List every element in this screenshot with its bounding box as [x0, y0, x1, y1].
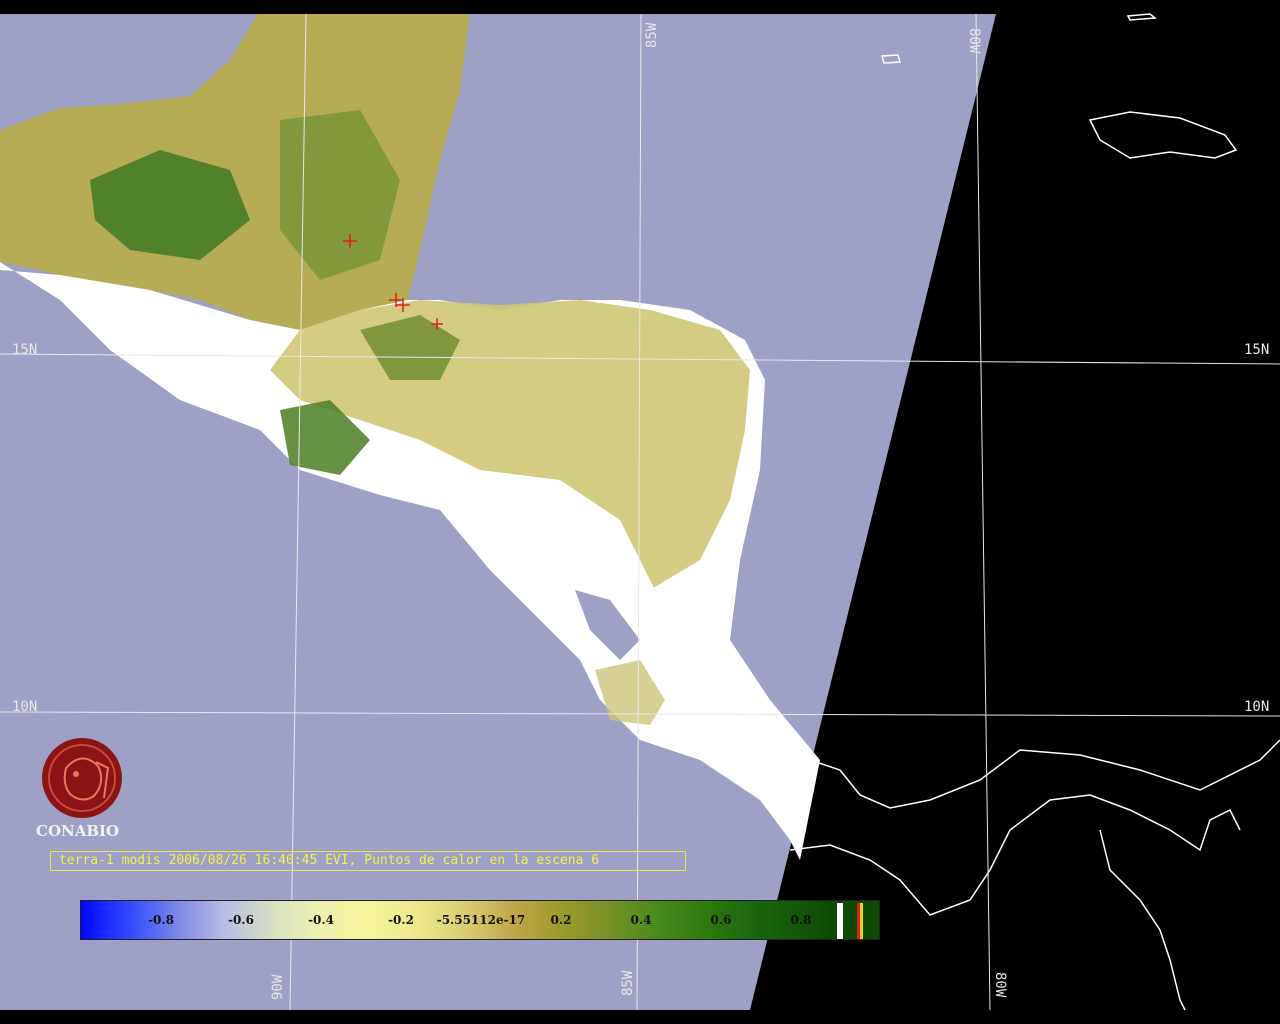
scale-cloud-swatch — [837, 903, 843, 939]
label-85w-top: 85W — [644, 22, 660, 48]
conabio-logo: CONABIO — [36, 738, 128, 840]
island-jamaica — [1088, 111, 1238, 159]
label-80w-bottom: 80W — [992, 972, 1008, 998]
label-15n-left: 15N — [12, 342, 37, 358]
coast-panama — [789, 794, 1241, 916]
scale-tick: 0.2 — [550, 913, 572, 927]
scale-tick: 0.6 — [710, 913, 732, 927]
scale-tick: -0.6 — [228, 913, 254, 927]
scale-tick: -5.55112e-17 — [436, 913, 526, 927]
evi-color-scale: -0.8 -0.6 -0.4 -0.2 -5.55112e-17 0.2 0.4… — [80, 900, 880, 940]
scene-caption: terra-1 modis 2006/08/26 16:40:45 EVI, P… — [50, 851, 686, 871]
label-10n-right: 10N — [1244, 699, 1269, 715]
scale-tick: 0.8 — [790, 913, 812, 927]
label-90w-bottom: 90W — [270, 974, 286, 1000]
scale-tick: 0.4 — [630, 913, 652, 927]
label-85w-bottom: 85W — [620, 970, 636, 996]
scale-tick: -0.2 — [388, 913, 414, 927]
map-viewport: 15N 15N 10N 10N 85W 80W 90W 85W 80W CONA… — [0, 0, 1280, 1024]
island-small — [1126, 13, 1157, 21]
label-80w-top: 80W — [966, 28, 982, 54]
scale-tick: -0.8 — [148, 913, 174, 927]
label-15n-right: 15N — [1244, 342, 1269, 358]
coast-panama — [809, 739, 1280, 809]
logo-emblem-icon — [42, 738, 122, 818]
logo-text: CONABIO — [36, 822, 120, 840]
meridian-80w — [975, 13, 991, 1011]
label-10n-left: 10N — [12, 699, 37, 715]
coast-colombia — [1099, 829, 1186, 1011]
scale-hotspot-swatch — [860, 903, 863, 939]
scale-tick: -0.4 — [308, 913, 334, 927]
